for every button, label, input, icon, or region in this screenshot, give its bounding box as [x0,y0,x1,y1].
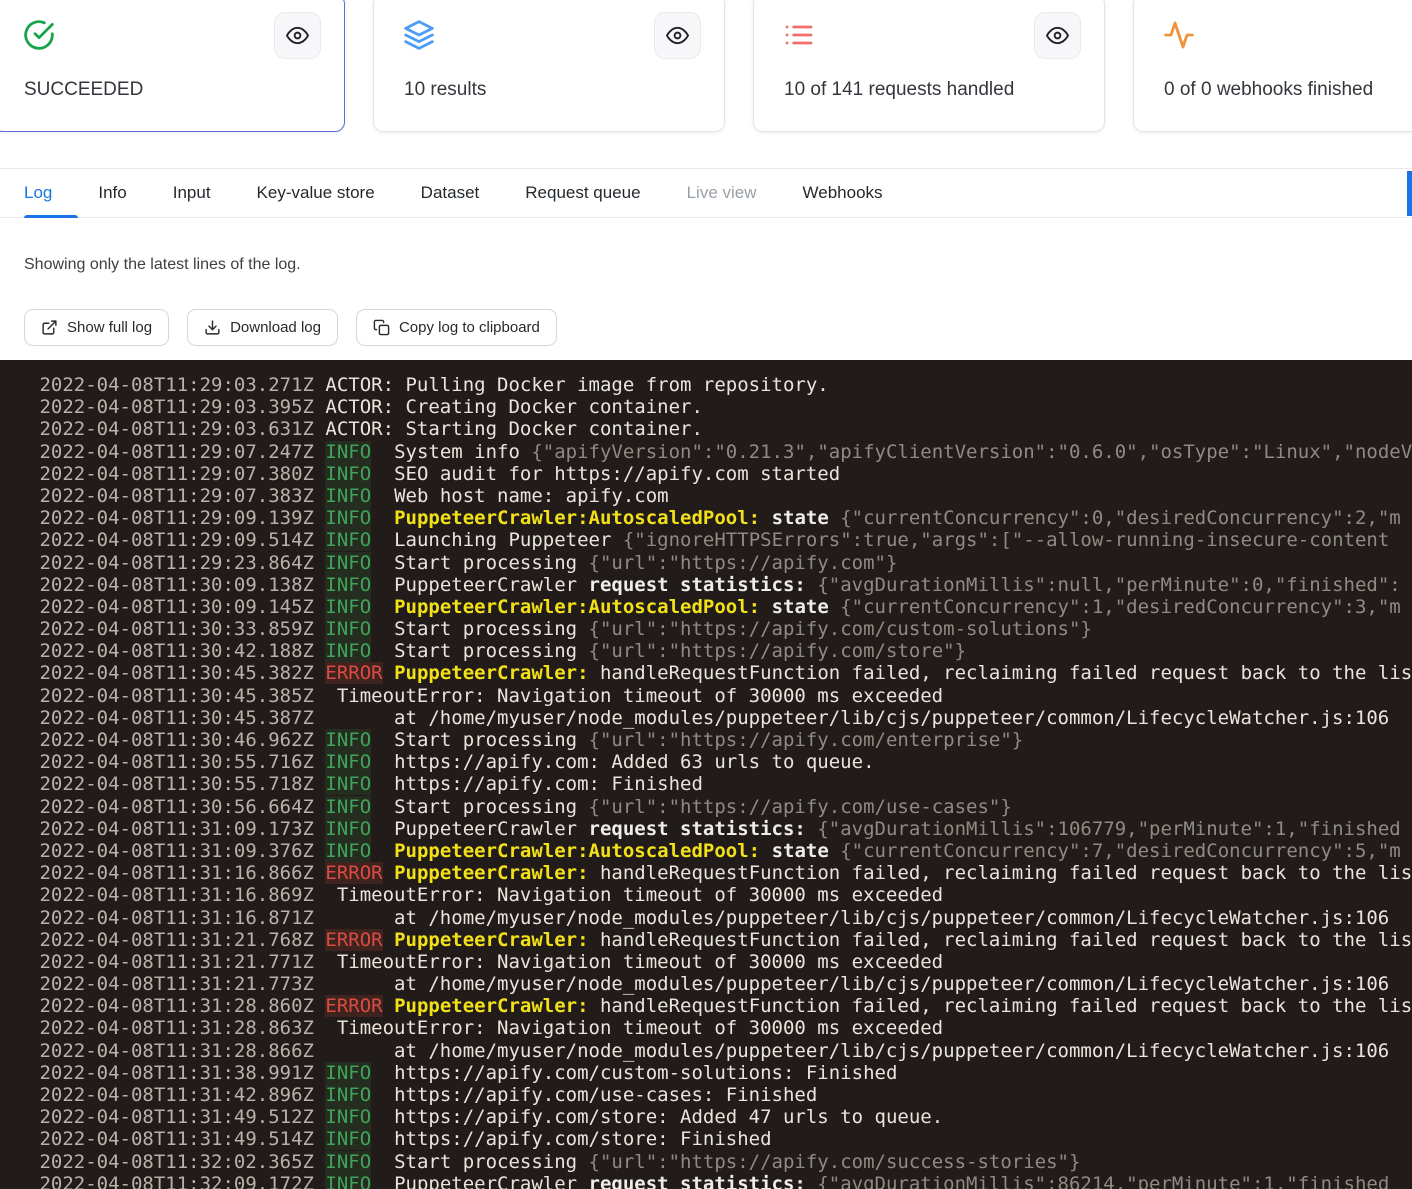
check-circle-icon [23,19,55,51]
log-line: 2022-04-08T11:29:23.864Z INFO Start proc… [28,552,1412,574]
eye-button[interactable] [274,12,321,59]
download-log-label: Download log [230,319,321,336]
log-line: 2022-04-08T11:31:42.896Z INFO https://ap… [28,1084,1412,1106]
tab-webhooks[interactable]: Webhooks [803,169,883,217]
log-line: 2022-04-08T11:30:46.962Z INFO Start proc… [28,729,1412,751]
eye-icon [286,24,309,47]
log-line: 2022-04-08T11:30:45.387Z at /home/myuser… [28,707,1412,729]
tab-input[interactable]: Input [173,169,211,217]
log-line: 2022-04-08T11:31:28.863Z TimeoutError: N… [28,1017,1412,1039]
run-status-label: SUCCEEDED [24,79,143,101]
log-line: 2022-04-08T11:31:09.376Z INFO PuppeteerC… [28,840,1412,862]
status-card-webhooks[interactable]: 0 of 0 webhooks finished [1133,0,1412,132]
log-line: 2022-04-08T11:30:55.718Z INFO https://ap… [28,773,1412,795]
log-line: 2022-04-08T11:31:21.768Z ERROR Puppeteer… [28,929,1412,951]
log-line: 2022-04-08T11:29:03.271Z ACTOR: Pulling … [28,374,1412,396]
requests-handled-label: 10 of 141 requests handled [784,79,1014,101]
log-note: Showing only the latest lines of the log… [24,256,301,274]
log-console[interactable]: 2022-04-08T11:29:03.271Z ACTOR: Pulling … [0,360,1412,1189]
eye-icon [666,24,689,47]
list-icon [783,19,815,51]
status-card-results[interactable]: 10 results [373,0,725,132]
eye-button[interactable] [1034,12,1081,59]
run-detail-tabs: Log Info Input Key-value store Dataset R… [0,168,1412,218]
log-line: 2022-04-08T11:30:42.188Z INFO Start proc… [28,640,1412,662]
log-line: 2022-04-08T11:29:03.395Z ACTOR: Creating… [28,396,1412,418]
log-line: 2022-04-08T11:29:03.631Z ACTOR: Starting… [28,418,1412,440]
copy-log-label: Copy log to clipboard [399,319,540,336]
log-line: 2022-04-08T11:31:16.869Z TimeoutError: N… [28,884,1412,906]
log-line: 2022-04-08T11:32:09.172Z INFO PuppeteerC… [28,1173,1412,1189]
log-line: 2022-04-08T11:30:55.716Z INFO https://ap… [28,751,1412,773]
external-link-icon [41,319,58,336]
show-full-log-button[interactable]: Show full log [24,309,169,346]
log-line: 2022-04-08T11:31:49.512Z INFO https://ap… [28,1106,1412,1128]
eye-button[interactable] [654,12,701,59]
tabs-scroll-indicator [1407,171,1412,216]
log-line: 2022-04-08T11:31:28.860Z ERROR Puppeteer… [28,995,1412,1017]
log-line: 2022-04-08T11:30:45.382Z ERROR Puppeteer… [28,662,1412,684]
log-line: 2022-04-08T11:30:09.138Z INFO PuppeteerC… [28,574,1412,596]
log-line: 2022-04-08T11:31:49.514Z INFO https://ap… [28,1128,1412,1150]
tab-info[interactable]: Info [98,169,126,217]
log-line: 2022-04-08T11:31:09.173Z INFO PuppeteerC… [28,818,1412,840]
download-log-button[interactable]: Download log [187,309,338,346]
copy-log-button[interactable]: Copy log to clipboard [356,309,557,346]
log-line: 2022-04-08T11:32:02.365Z INFO Start proc… [28,1151,1412,1173]
log-line: 2022-04-08T11:29:09.514Z INFO Launching … [28,529,1412,551]
tab-live-view: Live view [687,169,757,217]
log-line: 2022-04-08T11:31:38.991Z INFO https://ap… [28,1062,1412,1084]
log-line: 2022-04-08T11:31:16.871Z at /home/myuser… [28,907,1412,929]
log-line: 2022-04-08T11:31:16.866Z ERROR Puppeteer… [28,862,1412,884]
eye-icon [1046,24,1069,47]
layers-icon [403,19,435,51]
tab-log[interactable]: Log [24,169,52,217]
tab-request-queue[interactable]: Request queue [525,169,640,217]
run-status-cards: SUCCEEDED 10 results 10 of 141 requests … [0,0,1412,132]
results-count-label: 10 results [404,79,486,101]
log-line: 2022-04-08T11:31:21.771Z TimeoutError: N… [28,951,1412,973]
status-card-run-status[interactable]: SUCCEEDED [0,0,345,132]
log-line: 2022-04-08T11:31:28.866Z at /home/myuser… [28,1040,1412,1062]
show-full-log-label: Show full log [67,319,152,336]
log-line: 2022-04-08T11:30:56.664Z INFO Start proc… [28,796,1412,818]
tab-dataset[interactable]: Dataset [421,169,480,217]
webhooks-finished-label: 0 of 0 webhooks finished [1164,79,1373,101]
log-line: 2022-04-08T11:29:09.139Z INFO PuppeteerC… [28,507,1412,529]
log-line: 2022-04-08T11:30:45.385Z TimeoutError: N… [28,685,1412,707]
log-line: 2022-04-08T11:30:33.859Z INFO Start proc… [28,618,1412,640]
activity-pulse-icon [1163,19,1195,51]
log-line: 2022-04-08T11:29:07.247Z INFO System inf… [28,441,1412,463]
log-line: 2022-04-08T11:31:21.773Z at /home/myuser… [28,973,1412,995]
copy-icon [373,319,390,336]
log-line: 2022-04-08T11:29:07.380Z INFO SEO audit … [28,463,1412,485]
log-actions: Show full log Download log Copy log to c… [24,309,557,346]
status-card-requests[interactable]: 10 of 141 requests handled [753,0,1105,132]
log-line: 2022-04-08T11:30:09.145Z INFO PuppeteerC… [28,596,1412,618]
download-icon [204,319,221,336]
tab-key-value-store[interactable]: Key-value store [257,169,375,217]
log-line: 2022-04-08T11:29:07.383Z INFO Web host n… [28,485,1412,507]
